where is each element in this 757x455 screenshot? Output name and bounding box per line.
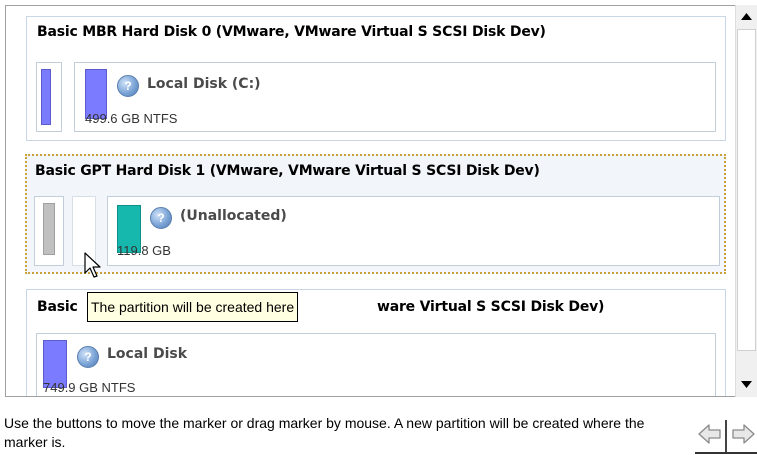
- disk-title: Basic MBR Hard Disk 0 (VMware, VMware Vi…: [37, 24, 546, 40]
- arrow-right-icon: [731, 424, 755, 444]
- partition-bar: [43, 203, 55, 255]
- partition-size: 499.6 GB NTFS: [85, 111, 178, 126]
- partition-box-reserved[interactable]: [34, 196, 64, 266]
- disk-title-left: Basic: [37, 299, 78, 315]
- partition-name: (Unallocated): [180, 208, 287, 224]
- move-right-button[interactable]: [728, 418, 757, 450]
- partition-box-unallocated[interactable]: ? (Unallocated) 119.8 GB: [107, 196, 720, 266]
- scroll-thumb[interactable]: [737, 29, 756, 351]
- disk-card-gpt-1[interactable]: Basic GPT Hard Disk 1 (VMware, VMware Vi…: [25, 154, 726, 274]
- partition-size: 119.8 GB: [117, 243, 171, 258]
- disk-title: Basic GPT Hard Disk 1 (VMware, VMware Vi…: [35, 163, 540, 179]
- help-circle-icon: ?: [117, 75, 139, 97]
- disk-title-right: ware Virtual S SCSI Disk Dev): [377, 299, 605, 315]
- nav-separator: [725, 420, 727, 452]
- partition-box-local[interactable]: ? Local Disk 749.9 GB NTFS: [36, 333, 716, 396]
- partition-bar: [41, 69, 51, 125]
- marker-nav: [695, 418, 757, 455]
- partition-name: Local Disk (C:): [147, 76, 261, 92]
- partition-box-c[interactable]: ? Local Disk (C:) 499.6 GB NTFS: [74, 62, 716, 132]
- scroll-down-button[interactable]: [736, 373, 757, 395]
- instruction-text: Use the buttons to move the marker or dr…: [4, 415, 645, 450]
- vertical-scrollbar[interactable]: [735, 5, 757, 397]
- partition-name: Local Disk: [107, 346, 188, 362]
- arrow-left-icon: [697, 424, 721, 444]
- mouse-pointer-icon: [84, 252, 101, 278]
- tooltip: The partition will be created here: [87, 292, 299, 322]
- arrow-down-icon: [741, 380, 752, 388]
- scroll-up-button[interactable]: [736, 5, 757, 27]
- move-left-button[interactable]: [695, 418, 724, 450]
- partition-size: 749.9 GB NTFS: [43, 380, 136, 395]
- help-circle-icon: ?: [77, 346, 99, 368]
- disk-list[interactable]: Basic MBR Hard Disk 0 (VMware, VMware Vi…: [5, 5, 757, 397]
- partition-box-small[interactable]: [36, 62, 62, 132]
- nav-baseline: [695, 452, 757, 454]
- disk-card-mbr-0[interactable]: Basic MBR Hard Disk 0 (VMware, VMware Vi…: [26, 16, 726, 141]
- help-circle-icon: ?: [150, 207, 172, 229]
- arrow-up-icon: [741, 12, 752, 20]
